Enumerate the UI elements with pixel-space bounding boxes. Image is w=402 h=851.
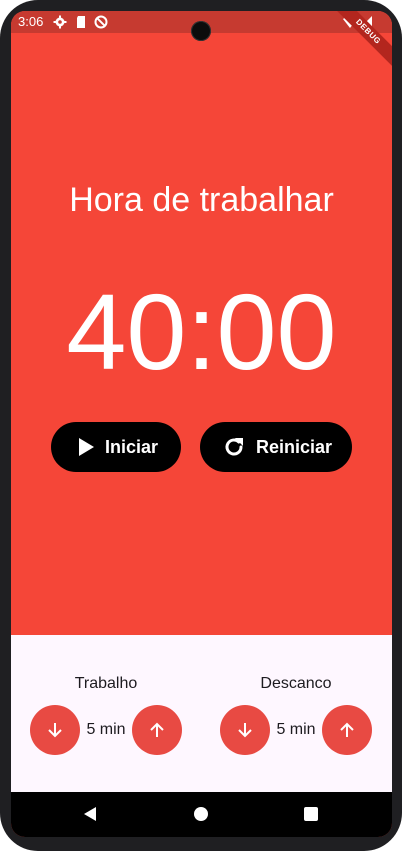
arrow-down-icon <box>238 723 252 738</box>
back-icon[interactable] <box>82 806 98 822</box>
app-screen: 3:06 DEBUG Hora de trabalhar 40:00 Inici… <box>11 11 392 837</box>
work-increase-button[interactable] <box>132 705 182 755</box>
work-decrease-button[interactable] <box>30 705 80 755</box>
rest-increase-button[interactable] <box>322 705 372 755</box>
reset-button-label: Reiniciar <box>256 436 333 457</box>
device-frame: 3:06 DEBUG Hora de trabalhar 40:00 Inici… <box>0 0 402 851</box>
gear-icon <box>53 15 67 29</box>
page-title: Hora de trabalhar <box>69 181 334 219</box>
do-not-disturb-icon <box>94 15 108 29</box>
rest-decrease-button[interactable] <box>220 705 270 755</box>
arrow-up-icon <box>150 722 164 737</box>
work-label: Trabalho <box>74 675 138 692</box>
rest-label: Descanco <box>260 675 332 692</box>
status-bar: 3:06 DEBUG <box>11 11 392 70</box>
front-camera <box>191 21 211 41</box>
refresh-icon <box>225 438 243 456</box>
arrow-down-icon <box>48 723 62 738</box>
sd-card-icon <box>77 16 85 28</box>
recents-icon[interactable] <box>303 806 319 822</box>
settings-panel: Trabalho 5 min Descanco 5 min <box>11 635 392 792</box>
system-nav-bar <box>11 792 392 837</box>
timer-display: 40:00 <box>66 271 337 392</box>
debug-banner: DEBUG <box>330 11 392 70</box>
start-button-label: Iniciar <box>105 436 159 457</box>
home-icon[interactable] <box>193 806 209 822</box>
arrow-up-icon <box>340 722 354 737</box>
start-button[interactable]: Iniciar <box>51 422 181 472</box>
status-time: 3:06 <box>18 14 44 29</box>
play-icon <box>79 438 94 456</box>
reset-button[interactable]: Reiniciar <box>200 422 352 472</box>
work-value: 5 min <box>86 721 126 738</box>
rest-value: 5 min <box>276 721 316 738</box>
